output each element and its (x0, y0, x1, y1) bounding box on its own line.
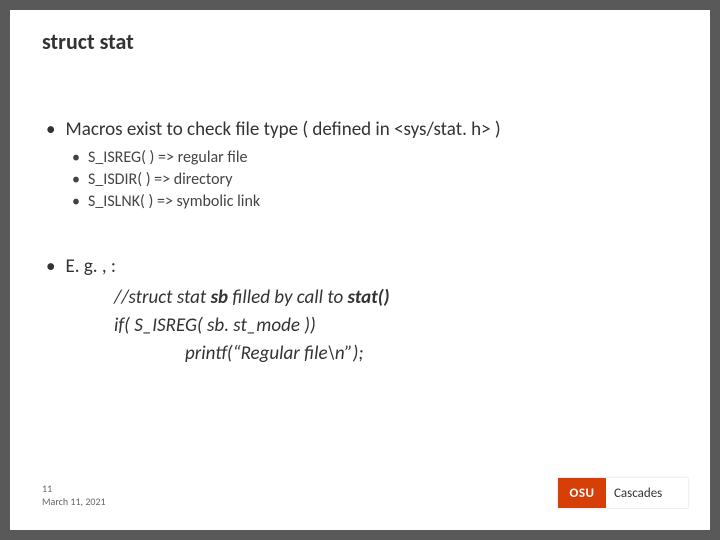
subbullet-isdir: • S_ISDIR( ) => directory (72, 170, 232, 189)
subbullet-text: S_ISREG( ) => regular file (88, 148, 248, 167)
code-bold: sb (211, 286, 229, 309)
slide-number: 11 (42, 482, 106, 495)
logo-text: Cascades (606, 478, 688, 508)
slide-title: struct stat (42, 28, 134, 55)
bullet-text: E. g. , : (65, 255, 116, 278)
code-line-3: printf(“Regular file\n”); (185, 342, 363, 365)
subbullet-text: S_ISLNK( ) => symbolic link (88, 192, 260, 211)
slide-frame: struct stat • Macros exist to check file … (0, 0, 720, 540)
subbullet-islnk: • S_ISLNK( ) => symbolic link (72, 192, 260, 211)
osu-logo: OSU Cascades (558, 478, 688, 508)
code-text: //struct stat (114, 286, 211, 309)
code-line-2: if( S_ISREG( sb. st_mode )) (114, 314, 316, 337)
bullet-dot-icon: • (72, 148, 80, 167)
logo-badge: OSU (558, 478, 606, 508)
code-line-1: //struct stat sb filled by call to stat(… (114, 286, 390, 309)
bullet-dot-icon: • (46, 118, 55, 141)
code-text: filled by call to (228, 286, 347, 309)
bullet-text: Macros exist to check file type ( define… (65, 118, 500, 141)
bullet-dot-icon: • (72, 192, 80, 211)
subbullet-text: S_ISDIR( ) => directory (88, 170, 232, 189)
slide-date: March 11, 2021 (42, 495, 106, 508)
code-bold: stat() (348, 286, 390, 309)
slide-content: struct stat • Macros exist to check file … (10, 10, 710, 530)
subbullet-isreg: • S_ISREG( ) => regular file (72, 148, 247, 167)
bullet-macros: • Macros exist to check file type ( defin… (46, 118, 501, 141)
bullet-dot-icon: • (72, 170, 80, 189)
bullet-dot-icon: • (46, 255, 55, 278)
footer: 11 March 11, 2021 (42, 482, 106, 508)
bullet-example: • E. g. , : (46, 255, 116, 278)
